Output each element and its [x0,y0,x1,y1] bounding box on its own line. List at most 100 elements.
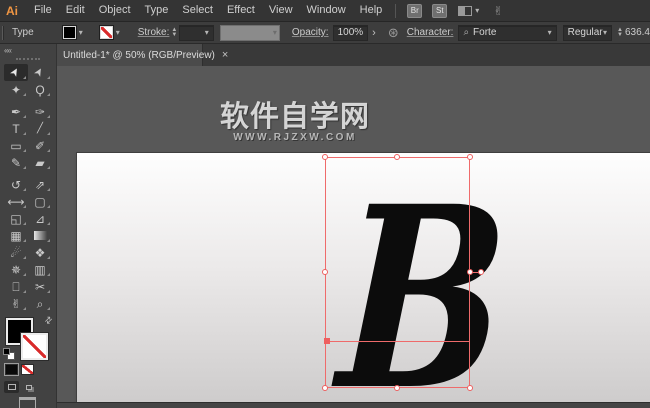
document-tab[interactable]: Untitled-1* @ 50% (RGB/Preview) × [57,44,228,66]
eyedropper-icon: ☄ [10,245,22,260]
menu-edit[interactable]: Edit [59,4,92,16]
width-icon: ⟷ [7,194,25,209]
font-family-value: Forte [473,27,497,38]
document-tab-bar: Untitled-1* @ 50% (RGB/Preview) × [57,44,650,66]
width-profile-dropdown[interactable]: ▾ [219,24,280,41]
handle-top-center[interactable] [394,154,400,160]
eyedropper-tool[interactable]: ☄ [4,244,28,261]
menu-view[interactable]: View [262,4,300,16]
opacity-label[interactable]: Opacity: [292,27,329,38]
eraser-tool[interactable]: ▰ [28,154,52,171]
chevron-down-icon: ▾ [475,6,480,15]
touch-workspace-icon[interactable]: ✌ [493,4,503,18]
selection-tool[interactable]: ➤ [4,64,28,81]
watermark: 软件自学网 WWW.RJZXW.COM [220,102,370,143]
gradient-tool[interactable] [28,227,52,244]
workspace-switcher-button[interactable]: ▾ [458,5,480,16]
menu-select[interactable]: Select [175,4,220,16]
canvas-pasteboard[interactable]: 软件自学网 WWW.RJZXW.COM B [57,66,650,408]
bridge-button[interactable]: Br [407,3,423,18]
close-icon[interactable]: × [222,50,228,61]
chevron-down-icon: ▾ [204,28,209,37]
draw-normal-button[interactable] [4,381,19,393]
direct-selection-tool[interactable]: ➤ [28,64,52,81]
menu-object[interactable]: Object [92,4,138,16]
shape-builder-tool[interactable]: ◱ [4,210,28,227]
font-family-field[interactable]: ⌕ Forte ▾ [458,24,557,41]
pen-tool[interactable]: ✒ [4,103,28,120]
rotate-tool[interactable]: ↺ [4,176,28,193]
fill-color-control[interactable]: ▾ [42,25,83,40]
pen-icon: ✒ [10,104,22,119]
menu-type[interactable]: Type [138,4,176,16]
handle-top-left[interactable] [322,154,328,160]
menu-file[interactable]: File [27,4,59,16]
perspective-grid-tool[interactable]: ⊿ [28,210,52,227]
rotate-icon: ↺ [10,177,22,192]
magic-wand-tool[interactable]: ✦ [4,81,28,98]
stroke-weight-field[interactable]: ▾ [179,24,214,41]
stock-button[interactable]: St [432,3,448,18]
paintbrush-tool[interactable]: ✐ [28,137,52,154]
eraser-icon: ▰ [35,155,45,170]
swap-fill-stroke-icon[interactable]: ⇄ [43,314,56,327]
column-graph-tool[interactable]: ▥ [28,261,52,278]
menu-help[interactable]: Help [353,4,390,16]
mesh-tool[interactable]: ▦ [4,227,28,244]
font-size-stepper[interactable]: ▲ ▼ [617,27,623,38]
blend-tool[interactable]: ❖ [28,244,52,261]
free-transform-tool[interactable]: ▢ [28,193,52,210]
rectangle-icon: ▭ [10,138,22,153]
free-transform-icon: ▢ [34,194,46,209]
shaper-tool[interactable]: ✎ [4,154,28,171]
hand-icon: ✌ [10,296,22,311]
tools-grid: ➤ ➤ ✦ Ϙ ✒ ✑ T ╱ ▭ ✐ ✎ ▰ ↺ ⇗ ⟷ ▢ ◱ ⊿ ▦ ☄ ❖ ✵ ▥ ⎕ ✂ ✌ ⌕ [0,64,56,312]
stroke-weight-stepper[interactable]: ▲ ▼ [171,27,177,38]
handle-middle-left[interactable] [322,269,328,275]
curvature-tool[interactable]: ✑ [28,103,52,120]
handle-bottom-left[interactable] [322,385,328,391]
opacity-field[interactable]: 100% [332,24,369,41]
none-button[interactable] [21,364,34,375]
menu-effect[interactable]: Effect [220,4,262,16]
stroke-label[interactable]: Stroke: [138,27,170,38]
character-label[interactable]: Character: [407,27,454,38]
default-fill-stroke-icon[interactable] [3,348,15,360]
stroke-color-swatch[interactable] [21,333,48,360]
font-size-value[interactable]: 636.4 [625,27,650,38]
lasso-tool[interactable]: Ϙ [28,81,52,98]
handle-center-reference[interactable] [478,269,484,275]
artboard-tool[interactable]: ⎕ [4,278,28,295]
screen-mode-button[interactable] [19,397,36,408]
menu-items: File Edit Object Type Select Effect View Window… [27,0,389,21]
scale-tool[interactable]: ⇗ [28,176,52,193]
symbol-sprayer-tool[interactable]: ✵ [4,261,28,278]
hand-tool[interactable]: ✌ [4,295,28,312]
handle-middle-right[interactable] [467,269,473,275]
stroke-color-control[interactable]: ▾ [91,25,120,40]
collapse-panel-button[interactable]: «« [0,44,56,55]
handle-bottom-right[interactable] [467,385,473,391]
zoom-tool[interactable]: ⌕ [28,295,52,312]
handle-top-right[interactable] [467,154,473,160]
zoom-icon: ⌕ [36,296,44,311]
baseline-anchor-marker[interactable] [324,338,330,344]
slice-icon: ✂ [34,279,46,294]
handle-bottom-center[interactable] [394,385,400,391]
fill-swatch-icon [61,25,77,40]
watermark-url: WWW.RJZXW.COM [233,132,357,143]
panel-drag-grip[interactable] [16,58,40,60]
font-style-field[interactable]: Regular ▾ [562,24,612,41]
color-button[interactable] [4,363,19,376]
panel-grip [2,25,4,40]
width-tool[interactable]: ⟷ [4,193,28,210]
draw-inside-button[interactable] [21,381,36,393]
line-segment-tool[interactable]: ╱ [28,120,52,137]
lasso-icon: Ϙ [35,82,45,97]
type-tool[interactable]: T [4,120,28,137]
opacity-flyout-button[interactable]: › [368,27,380,39]
recolor-artwork-icon[interactable]: ⊛ [388,25,399,41]
rectangle-tool[interactable]: ▭ [4,137,28,154]
slice-tool[interactable]: ✂ [28,278,52,295]
menu-window[interactable]: Window [300,4,353,16]
